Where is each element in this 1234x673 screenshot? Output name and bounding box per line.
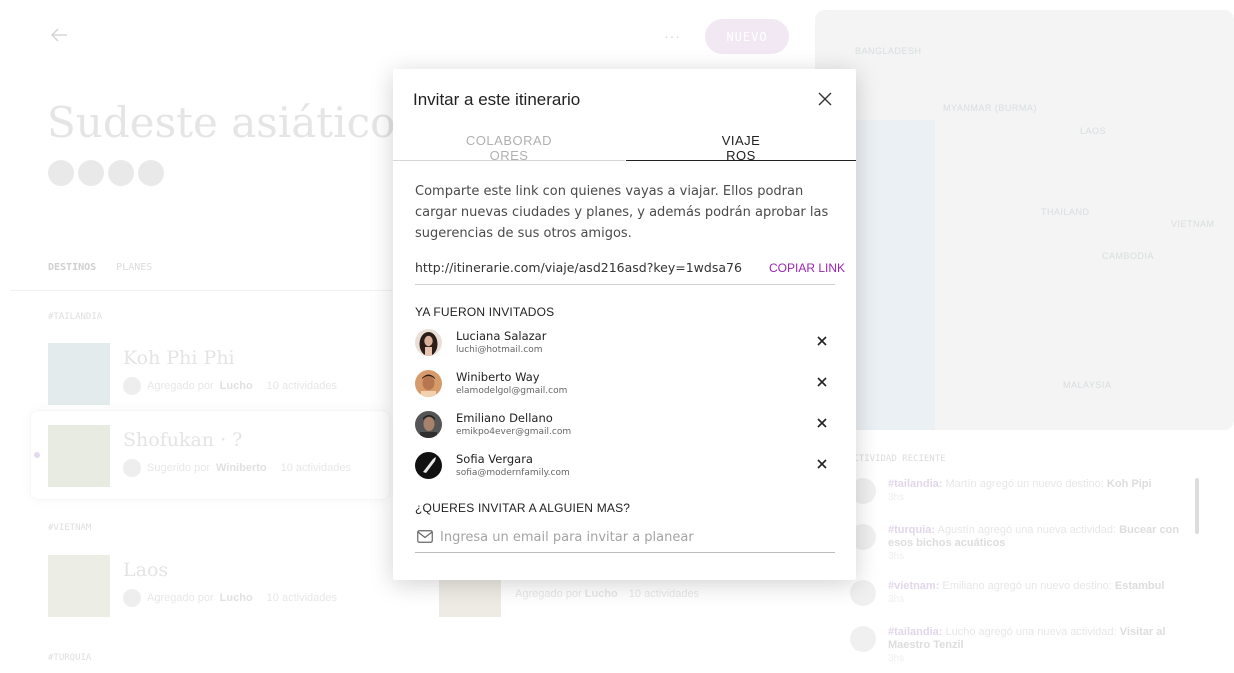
remove-invitee-icon[interactable]	[815, 334, 829, 348]
invitee-email: luchi@hotmail.com	[456, 345, 543, 355]
invite-modal: Invitar a este itinerario COLABORADORES …	[393, 69, 856, 580]
avatar	[415, 370, 442, 397]
invitee-name: Sofia Vergara	[456, 452, 533, 466]
remove-invitee-icon[interactable]	[815, 375, 829, 389]
invitee-row: Emiliano Dellano emikpo4ever@gmail.com	[415, 410, 835, 440]
invitee-name: Emiliano Dellano	[456, 411, 553, 425]
invite-email-row	[415, 525, 835, 553]
app-page: ··· NUEVO Sudeste asiático c DESTINOS PL…	[0, 0, 1234, 673]
tab-label: VIAJEROS	[721, 133, 761, 161]
share-link[interactable]: http://itinerarie.com/viaje/asd216asd?ke…	[415, 260, 742, 275]
invitee-email: emikpo4ever@gmail.com	[456, 427, 572, 437]
invitee-row: Luciana Salazar luchi@hotmail.com	[415, 328, 835, 358]
invitee-name: Luciana Salazar	[456, 329, 547, 343]
invite-more-heading: ¿QUERES INVITAR A ALGUIEN MAS?	[415, 501, 631, 515]
avatar	[415, 452, 442, 479]
invited-heading: YA FUERON INVITADOS	[415, 305, 555, 319]
tab-viajeros[interactable]: VIAJEROS	[626, 133, 856, 161]
invite-email-input[interactable]	[440, 526, 830, 548]
invite-description: Comparte este link con quienes vayas a v…	[415, 184, 829, 241]
invitee-email: elamodelgol@gmail.com	[456, 386, 568, 396]
invitee-row: Sofia Vergara sofia@modernfamily.com	[415, 451, 835, 481]
invitee-email: sofia@modernfamily.com	[456, 468, 570, 478]
tab-label: COLABORADORES	[465, 133, 553, 161]
invitee-row: Winiberto Way elamodelgol@gmail.com	[415, 369, 835, 399]
remove-invitee-icon[interactable]	[815, 457, 829, 471]
invitee-name: Winiberto Way	[456, 370, 540, 384]
mail-icon	[417, 530, 433, 543]
avatar	[415, 411, 442, 438]
avatar	[415, 329, 442, 356]
remove-invitee-icon[interactable]	[815, 416, 829, 430]
share-link-row: http://itinerarie.com/viaje/asd216asd?ke…	[415, 257, 845, 285]
tab-colaboradores[interactable]: COLABORADORES	[393, 133, 625, 161]
modal-title: Invitar a este itinerario	[413, 90, 581, 109]
close-icon[interactable]	[816, 90, 834, 108]
copy-link-button[interactable]: COPIAR LINK	[769, 261, 845, 275]
